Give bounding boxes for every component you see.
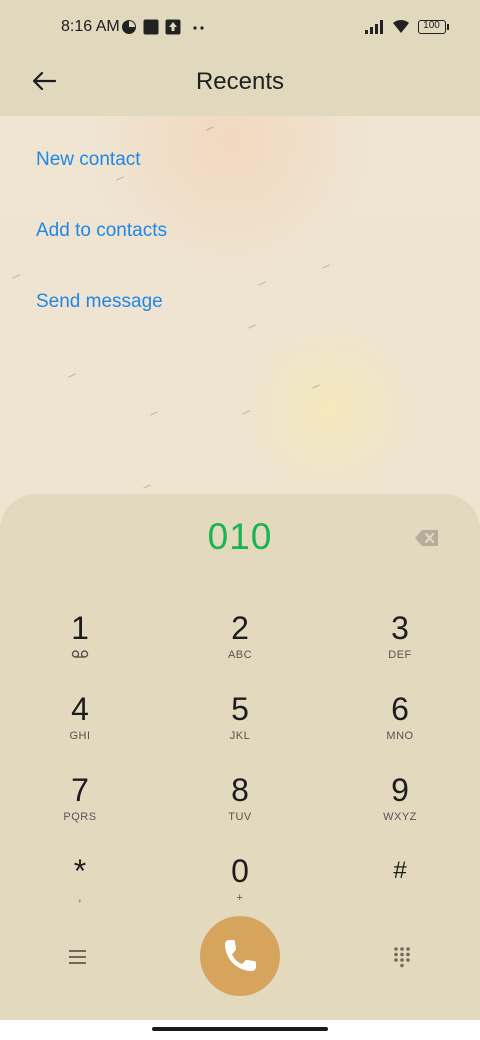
key-digit: 0 — [231, 853, 249, 889]
key-letters: WXYZ — [383, 811, 417, 823]
key-letters: , — [78, 892, 82, 904]
menu-icon[interactable] — [68, 948, 88, 966]
key-digit: 6 — [391, 691, 409, 727]
key-6[interactable]: 6 MNO — [340, 691, 460, 763]
more-dots-icon — [193, 26, 204, 30]
voicemail-icon — [71, 650, 89, 658]
home-indicator[interactable] — [152, 1027, 328, 1031]
battery-level: 100 — [423, 20, 440, 31]
key-letters: GHI — [69, 730, 91, 742]
key-hash[interactable]: # — [340, 853, 460, 925]
status-bar: 8:16 AM 100 — [0, 0, 480, 56]
backspace-icon[interactable] — [414, 528, 440, 548]
key-3[interactable]: 3 DEF — [340, 610, 460, 682]
phone-icon — [225, 940, 256, 971]
key-letters: JKL — [229, 730, 251, 742]
key-0[interactable]: 0 + — [180, 853, 300, 925]
key-9[interactable]: 9 WXYZ — [340, 772, 460, 844]
page-title: Recents — [195, 68, 285, 95]
key-digit: 5 — [231, 691, 249, 727]
key-letters: MNO — [386, 730, 414, 742]
key-digit: 1 — [71, 610, 89, 646]
key-8[interactable]: 8 TUV — [180, 772, 300, 844]
key-digit: 8 — [231, 772, 249, 808]
call-button[interactable] — [200, 916, 280, 996]
system-nav-bar — [0, 1020, 480, 1040]
key-2[interactable]: 2 ABC — [180, 610, 300, 682]
dialed-number: 010 — [207, 516, 273, 557]
square-app-icon — [143, 19, 159, 35]
add-to-contacts-link[interactable]: Add to contacts — [36, 220, 167, 242]
key-7[interactable]: 7 PQRS — [20, 772, 140, 844]
key-digit: # — [393, 857, 407, 884]
key-5[interactable]: 5 JKL — [180, 691, 300, 763]
send-message-link[interactable]: Send message — [36, 291, 163, 313]
battery-icon: 100 — [418, 20, 446, 34]
data-usage-icon — [122, 20, 136, 34]
key-letters: TUV — [228, 811, 252, 823]
key-letters: PQRS — [63, 811, 97, 823]
app-bar: Recents — [0, 56, 480, 116]
key-letters: DEF — [388, 649, 412, 661]
key-digit: 2 — [231, 610, 249, 646]
dialpad-toggle-icon[interactable] — [393, 946, 411, 968]
key-digit: * — [73, 853, 87, 889]
signal-icon — [365, 20, 383, 34]
key-letters: ABC — [227, 649, 253, 661]
key-digit: 9 — [391, 772, 409, 808]
new-contact-link[interactable]: New contact — [36, 149, 141, 171]
key-digit: 3 — [391, 610, 409, 646]
battery-tip — [447, 24, 449, 30]
key-1[interactable]: 1 — [20, 610, 140, 682]
key-letters: + — [236, 892, 244, 904]
wifi-icon — [393, 19, 409, 33]
dialpad-panel: 010 1 2 ABC 3 DEF 4 GHI 5 JKL 6 MNO 7 PQ… — [0, 494, 480, 1020]
key-digit: 7 — [71, 772, 89, 808]
upload-arrow-icon — [165, 19, 181, 35]
key-4[interactable]: 4 GHI — [20, 691, 140, 763]
key-star[interactable]: * , — [20, 853, 140, 925]
key-digit: 4 — [71, 691, 89, 727]
status-time: 8:16 AM — [61, 18, 120, 35]
